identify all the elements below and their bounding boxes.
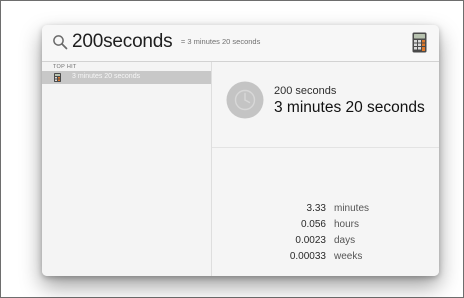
search-input[interactable]: 200seconds = 3 minutes 20 seconds — [72, 31, 260, 53]
conversion-unit: days — [334, 235, 356, 246]
conversion-row: 3.33 minutes — [212, 203, 439, 219]
conversion-value: 0.0023 — [295, 235, 326, 246]
preview-result-text: 3 minutes 20 seconds — [274, 99, 425, 116]
result-item-top-hit[interactable]: 3 minutes 20 seconds — [42, 71, 211, 84]
clock-icon — [226, 81, 264, 119]
conversion-unit: weeks — [334, 251, 363, 262]
conversion-unit: minutes — [334, 203, 370, 214]
results-list: TOP HIT 3 minutes 20 seconds — [42, 62, 212, 276]
search-bar[interactable]: 200seconds = 3 minutes 20 seconds — [42, 25, 439, 62]
conversion-row: 0.00033 weeks — [212, 251, 439, 267]
calculator-icon — [412, 32, 427, 53]
calculator-icon — [54, 73, 61, 82]
section-label-top-hit: TOP HIT — [53, 64, 77, 70]
preview-divider — [212, 147, 439, 148]
search-query-text: 200seconds — [72, 31, 173, 52]
preview-input-text: 200 seconds — [274, 85, 337, 97]
spotlight-window: 200seconds = 3 minutes 20 seconds TOP HI… — [42, 25, 439, 276]
conversion-value: 3.33 — [306, 203, 326, 214]
preview-pane: 200 seconds 3 minutes 20 seconds 3.33 mi… — [212, 62, 439, 276]
inline-result-hint: = 3 minutes 20 seconds — [180, 37, 261, 46]
page-frame: 200seconds = 3 minutes 20 seconds TOP HI… — [0, 0, 464, 298]
result-item-label: 3 minutes 20 seconds — [72, 73, 141, 80]
search-icon — [53, 35, 68, 50]
conversion-row: 0.056 hours — [212, 219, 439, 235]
conversion-row: 0.0023 days — [212, 235, 439, 251]
conversion-value: 0.056 — [300, 219, 326, 230]
conversion-unit: hours — [334, 219, 360, 230]
conversion-value: 0.00033 — [289, 251, 326, 262]
